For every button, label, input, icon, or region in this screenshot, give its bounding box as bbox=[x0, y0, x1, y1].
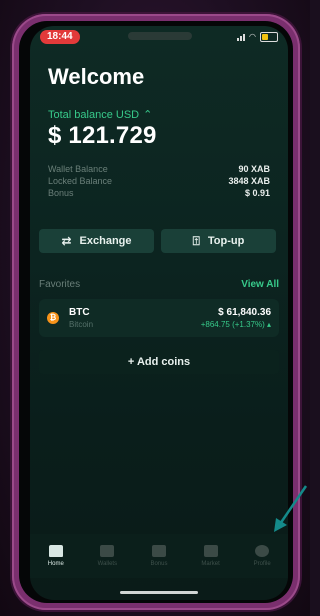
upload-icon: ⍐ bbox=[192, 234, 200, 248]
tab-wallets[interactable]: Wallets bbox=[82, 534, 134, 578]
home-indicator[interactable] bbox=[120, 591, 198, 594]
total-balance-label: Total balance USD bbox=[48, 108, 140, 121]
coin-symbol: BTC bbox=[69, 307, 90, 318]
total-balance-value: $ 121.729 bbox=[48, 122, 157, 149]
bitcoin-icon: ₿ bbox=[47, 312, 59, 324]
topup-button[interactable]: ⍐ Top-up bbox=[161, 229, 276, 253]
tab-label: Market bbox=[201, 561, 220, 567]
exchange-button[interactable]: ⇄ Exchange bbox=[39, 229, 154, 253]
page-title: Welcome bbox=[48, 64, 145, 89]
balance-breakdown: Wallet Balance 90 XAB Locked Balance 384… bbox=[48, 163, 270, 199]
breakdown-row-locked: Locked Balance 3848 XAB bbox=[48, 175, 270, 187]
chevron-up-icon: ⌃ bbox=[143, 109, 153, 121]
breakdown-label: Bonus bbox=[48, 188, 74, 198]
breakdown-row-bonus: Bonus $ 0.91 bbox=[48, 187, 270, 199]
coin-names: BTC Bitcoin bbox=[69, 307, 93, 329]
battery-icon bbox=[260, 32, 278, 42]
tab-home[interactable]: Home bbox=[30, 534, 82, 578]
list-item[interactable]: ₿ BTC Bitcoin $ 61,840.36 +864.75 (+1.37… bbox=[39, 299, 279, 337]
wallet-icon bbox=[100, 545, 115, 557]
app-screen: 18:44 ◠ Welcome Total balance USD ⌃ $ 12… bbox=[30, 26, 288, 600]
tab-label: Home bbox=[47, 561, 64, 567]
dynamic-island bbox=[128, 32, 192, 40]
bonus-icon bbox=[151, 545, 166, 557]
favorites-header: Favorites View All bbox=[39, 279, 279, 290]
breakdown-value: 90 XAB bbox=[238, 164, 270, 174]
total-balance-toggle[interactable]: Total balance USD ⌃ bbox=[48, 108, 153, 122]
bottom-tab-bar: Home Wallets Bonus Market Profile bbox=[30, 534, 288, 578]
coin-name: Bitcoin bbox=[69, 320, 94, 329]
status-bar: 18:44 ◠ bbox=[30, 26, 288, 48]
tab-profile[interactable]: Profile bbox=[236, 534, 288, 578]
coin-price-block: $ 61,840.36 +864.75 (+1.37%) ▴ bbox=[201, 307, 271, 329]
favorites-label: Favorites bbox=[39, 279, 81, 290]
status-icons: ◠ bbox=[237, 32, 278, 42]
coin-change: +864.75 (+1.37%) ▴ bbox=[200, 320, 271, 329]
breakdown-value: $ 0.91 bbox=[244, 188, 270, 198]
exchange-arrows-icon: ⇄ bbox=[61, 234, 72, 248]
chart-icon bbox=[203, 545, 218, 557]
profile-icon bbox=[255, 545, 270, 557]
breakdown-label: Wallet Balance bbox=[48, 164, 108, 174]
home-icon bbox=[48, 545, 63, 557]
tab-label: Bonus bbox=[150, 561, 168, 567]
tab-label: Wallets bbox=[97, 561, 118, 567]
wifi-icon: ◠ bbox=[249, 32, 256, 41]
view-all-link[interactable]: View All bbox=[241, 279, 279, 290]
breakdown-row-wallet: Wallet Balance 90 XAB bbox=[48, 163, 270, 175]
coin-price: $ 61,840.36 bbox=[218, 307, 271, 318]
status-time: 18:44 bbox=[40, 30, 80, 44]
tab-label: Profile bbox=[253, 561, 271, 567]
exchange-button-label: Exchange bbox=[79, 235, 132, 247]
breakdown-value: 3848 XAB bbox=[228, 176, 270, 186]
topup-button-label: Top-up bbox=[207, 235, 245, 247]
tab-bonus[interactable]: Bonus bbox=[133, 534, 185, 578]
add-coins-button[interactable]: + Add coins bbox=[39, 350, 279, 374]
breakdown-label: Locked Balance bbox=[48, 176, 113, 186]
tab-market[interactable]: Market bbox=[185, 534, 237, 578]
signal-icon bbox=[237, 33, 246, 41]
annotation-arrow-icon bbox=[274, 485, 308, 532]
